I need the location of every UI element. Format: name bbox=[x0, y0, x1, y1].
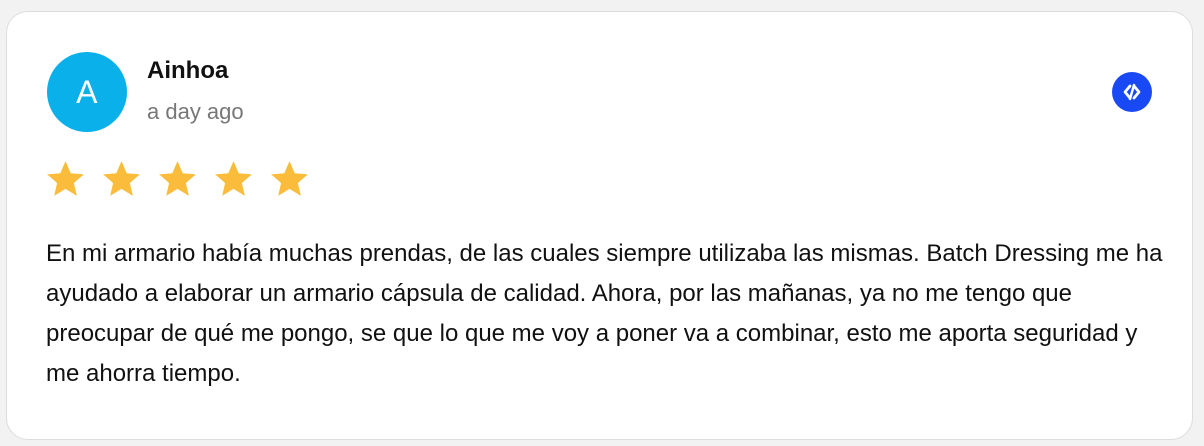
avatar: A bbox=[47, 52, 127, 132]
star-icon bbox=[215, 161, 252, 196]
star-icon bbox=[271, 161, 308, 196]
reviewer-name: Ainhoa bbox=[147, 57, 229, 84]
review-date: a day ago bbox=[147, 99, 244, 124]
source-logo-icon[interactable] bbox=[1112, 72, 1152, 112]
source-logo-glyph bbox=[1123, 83, 1141, 101]
review-text: En mi armario había muchas prendas, de l… bbox=[46, 240, 1163, 387]
star-rating bbox=[45, 158, 310, 199]
star-icon bbox=[47, 161, 84, 196]
avatar-letter: A bbox=[76, 74, 98, 110]
star-icon bbox=[159, 161, 196, 196]
review-card: A Ainhoa a day ago En mi armario había m… bbox=[6, 11, 1193, 440]
star-icon bbox=[103, 161, 140, 196]
